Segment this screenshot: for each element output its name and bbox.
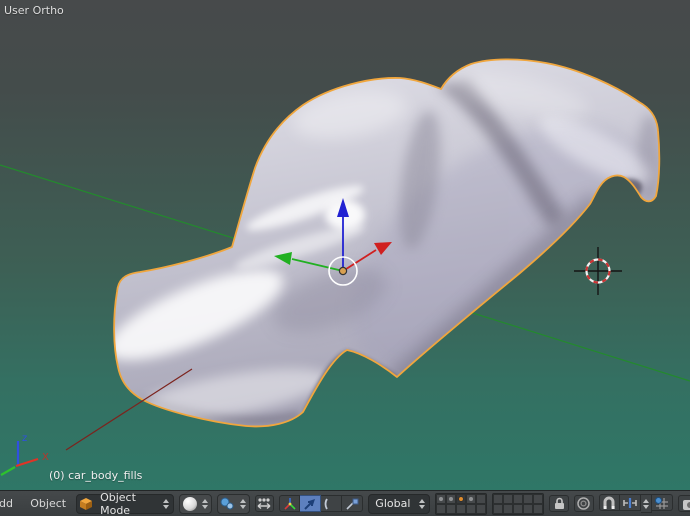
manipulate-center-points-toggle[interactable] — [254, 495, 275, 512]
snap-target-ball-grid-icon — [655, 496, 669, 509]
layer-17-toggle[interactable] — [503, 503, 514, 514]
rotate-manipulator-button[interactable] — [321, 495, 343, 512]
layer-object-dot — [469, 496, 474, 501]
3d-cursor — [574, 247, 622, 295]
manipulator-toggle-button[interactable] — [279, 495, 301, 512]
proportional-edit-circle-icon — [577, 497, 591, 510]
blender-window: z X User Ortho (0) car_body_fills dd Obj… — [0, 0, 690, 516]
magnet-icon — [603, 496, 615, 509]
snap-target-button[interactable] — [651, 494, 673, 511]
car-body-mesh[interactable] — [97, 58, 690, 432]
layer-16-toggle[interactable] — [493, 503, 504, 514]
scale-manipulator-button[interactable] — [342, 495, 364, 512]
layer-9-toggle[interactable] — [466, 503, 477, 514]
camera-icon — [682, 499, 690, 510]
layer-19-toggle[interactable] — [523, 503, 534, 514]
active-object-info: (0) car_body_fills — [49, 469, 143, 482]
viewport-shading-dropdown[interactable] — [178, 493, 212, 514]
layer-12-toggle[interactable] — [503, 493, 514, 504]
viewport-canvas: z X — [0, 58, 690, 476]
increment-snap-icon — [623, 497, 637, 508]
opengl-render-button[interactable] — [677, 495, 690, 512]
layer-1-toggle[interactable] — [436, 493, 447, 504]
layer-15-toggle[interactable] — [533, 493, 544, 504]
shading-sphere-icon — [182, 496, 197, 511]
active-layer-dot — [459, 496, 464, 501]
3d-viewport[interactable]: z X User Ortho (0) car_body_fills — [0, 0, 690, 490]
layer-object-dot — [439, 496, 444, 501]
mini-axis-gizmo: z X — [0, 433, 49, 476]
layer-grid-2 — [492, 492, 545, 515]
proportional-edit-button[interactable] — [574, 495, 594, 512]
rgb-axis-tripod-icon — [284, 497, 296, 510]
layer-3-toggle[interactable] — [456, 493, 467, 504]
layer-13-toggle[interactable] — [513, 493, 524, 504]
object-mode-cube-icon — [80, 497, 93, 510]
pivot-spinner[interactable] — [238, 498, 248, 509]
layer-11-toggle[interactable] — [493, 493, 504, 504]
layer-7-toggle[interactable] — [446, 503, 457, 514]
layer-14-toggle[interactable] — [523, 493, 534, 504]
gizmo-x-label: X — [42, 452, 49, 463]
snap-toggle-button[interactable] — [598, 494, 620, 511]
gizmo-z-label: z — [22, 433, 27, 444]
layer-5-toggle[interactable] — [476, 493, 487, 504]
layer-grid-1 — [435, 492, 488, 515]
center-points-icon — [257, 497, 271, 509]
gizmo-x-axis — [15, 457, 39, 468]
pivot-point-icon — [220, 497, 234, 509]
gizmo-y-axis — [0, 466, 16, 476]
layer-20-toggle[interactable] — [533, 503, 544, 514]
lock-icon — [554, 497, 564, 509]
viewport-header: dd Object Object Mode Global — [0, 490, 690, 516]
layer-8-toggle[interactable] — [456, 503, 467, 514]
translate-manipulator-button[interactable] — [300, 495, 322, 512]
view-name-label: User Ortho — [4, 4, 64, 17]
layer-object-dot — [449, 496, 454, 501]
shading-spinner[interactable] — [200, 498, 210, 509]
translate-arrow-icon — [304, 498, 316, 510]
manipulator-button-group — [279, 495, 364, 512]
snap-button-group — [598, 494, 673, 513]
rotate-arc-icon — [324, 498, 329, 509]
scale-square-icon — [346, 498, 359, 510]
snap-element-button[interactable] — [619, 494, 641, 511]
orientation-spinner[interactable] — [417, 498, 427, 509]
object-origin-dot — [338, 266, 348, 276]
pivot-point-dropdown[interactable] — [216, 493, 250, 514]
menu-add-partial[interactable]: dd — [0, 497, 20, 510]
orientation-dropdown-value: Global — [375, 497, 411, 510]
layer-6-toggle[interactable] — [436, 503, 447, 514]
mode-spinner[interactable] — [161, 498, 171, 509]
orientation-dropdown[interactable]: Global — [368, 493, 431, 514]
menu-object[interactable]: Object — [25, 497, 71, 510]
layer-2-toggle[interactable] — [446, 493, 457, 504]
layer-10-toggle[interactable] — [476, 503, 487, 514]
layer-18-toggle[interactable] — [513, 503, 524, 514]
layer-4-toggle[interactable] — [466, 493, 477, 504]
mode-dropdown[interactable]: Object Mode — [76, 490, 174, 516]
lock-camera-button[interactable] — [549, 495, 570, 512]
snap-element-spinner[interactable] — [640, 494, 652, 513]
mode-dropdown-value: Object Mode — [100, 490, 136, 516]
